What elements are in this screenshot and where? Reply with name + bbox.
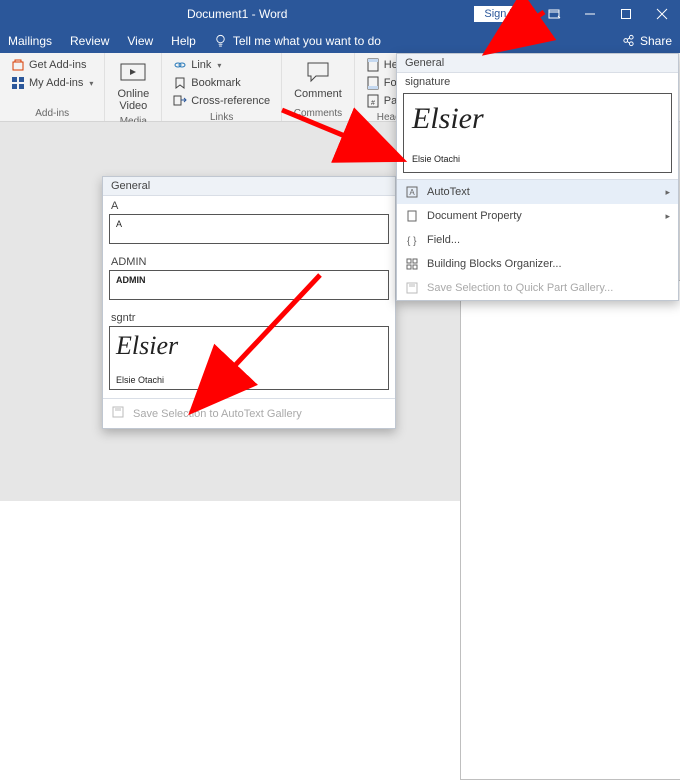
autotext-entry-label: A	[103, 196, 395, 214]
get-addins-button[interactable]: Get Add-ins	[8, 56, 96, 74]
bookmark-button[interactable]: Bookmark	[170, 74, 273, 92]
svg-text:A: A	[409, 188, 415, 197]
lightbulb-icon	[214, 34, 227, 47]
autotext-entry-sgntr[interactable]: Elsier Elsie Otachi	[109, 326, 389, 390]
signature-name: Elsier	[116, 331, 382, 361]
tab-mailings[interactable]: Mailings	[8, 34, 52, 48]
save-icon	[405, 281, 419, 295]
tell-me[interactable]: Tell me what you want to do	[214, 34, 381, 48]
field-icon: { }	[405, 233, 419, 247]
submenu-arrow-icon: ▸	[665, 211, 670, 222]
link-icon	[173, 58, 187, 72]
bookmark-icon	[173, 76, 187, 90]
tab-help[interactable]: Help	[171, 34, 196, 48]
tab-view[interactable]: View	[127, 34, 153, 48]
menu-save-selection: Save Selection to Quick Part Gallery...	[397, 276, 678, 300]
video-icon	[119, 58, 147, 86]
window-title: Document1 - Word	[0, 7, 474, 21]
ribbon-tabs: Mailings Review View Help Tell me what y…	[0, 28, 680, 53]
addins-icon	[11, 76, 25, 90]
gallery-category-header: General	[397, 54, 678, 73]
store-icon	[11, 58, 25, 72]
cross-ref-icon	[173, 94, 187, 108]
autotext-gallery: General A A ADMIN ADMIN sgntr Elsier Els…	[102, 176, 396, 429]
titlebar: Document1 - Word Sign in	[0, 0, 680, 28]
quick-parts-menu: A AutoText ▸ Document Property ▸ { } Fie…	[397, 179, 678, 300]
ribbon-display-options[interactable]	[536, 0, 572, 28]
doc-property-icon	[405, 209, 419, 223]
menu-autotext[interactable]: A AutoText ▸	[397, 180, 678, 204]
gallery-entry-label: signature	[397, 73, 678, 91]
page-number-icon: #	[366, 94, 380, 108]
submenu-arrow-icon: ▸	[665, 187, 670, 198]
gallery-entry-signature[interactable]: Elsier Elsie Otachi	[403, 93, 672, 173]
link-button[interactable]: Link▾	[170, 56, 273, 74]
autotext-entry-label: sgntr	[103, 308, 395, 326]
autotext-icon: A	[405, 185, 419, 199]
quick-parts-dropdown: General signature Elsier Elsie Otachi A …	[396, 53, 679, 301]
gallery-category-header: General	[103, 177, 395, 196]
chevron-down-icon: ▾	[217, 61, 221, 70]
tab-review[interactable]: Review	[70, 34, 109, 48]
save-icon	[111, 405, 125, 422]
chevron-down-icon: ▾	[89, 79, 93, 88]
building-blocks-icon	[405, 257, 419, 271]
save-to-autotext: Save Selection to AutoText Gallery	[103, 398, 395, 428]
svg-text:{ }: { }	[407, 236, 417, 247]
signature-subtext: Elsie Otachi	[116, 375, 382, 385]
maximize-button[interactable]	[608, 0, 644, 28]
footer-icon	[366, 76, 380, 90]
group-addins: Get Add-ins My Add-ins ▾ Add-ins	[0, 53, 105, 121]
minimize-button[interactable]	[572, 0, 608, 28]
group-media: Online Video Media	[105, 53, 162, 121]
close-button[interactable]	[644, 0, 680, 28]
header-icon	[366, 58, 380, 72]
share-icon	[622, 34, 635, 47]
menu-building-blocks[interactable]: Building Blocks Organizer...	[397, 252, 678, 276]
group-comments: Comment Comments	[282, 53, 355, 121]
autotext-entry-label: ADMIN	[103, 252, 395, 270]
autotext-entry-admin[interactable]: ADMIN	[109, 270, 389, 300]
my-addins-button[interactable]: My Add-ins ▾	[8, 74, 96, 92]
cross-reference-button[interactable]: Cross-reference	[170, 92, 273, 110]
signature-subtext: Elsie Otachi	[412, 154, 663, 164]
online-video-button[interactable]: Online Video	[113, 56, 153, 114]
sign-in-button[interactable]: Sign in	[474, 6, 528, 22]
signature-name: Elsier	[412, 102, 663, 136]
menu-field[interactable]: { } Field...	[397, 228, 678, 252]
group-links: Link▾ Bookmark Cross-reference Links	[162, 53, 282, 121]
menu-document-property[interactable]: Document Property ▸	[397, 204, 678, 228]
comment-icon	[304, 58, 332, 86]
comment-button[interactable]: Comment	[290, 56, 346, 102]
autotext-entry-a[interactable]: A	[109, 214, 389, 244]
svg-text:#: #	[371, 100, 375, 107]
share-button[interactable]: Share	[622, 34, 672, 48]
page[interactable]	[460, 280, 680, 780]
